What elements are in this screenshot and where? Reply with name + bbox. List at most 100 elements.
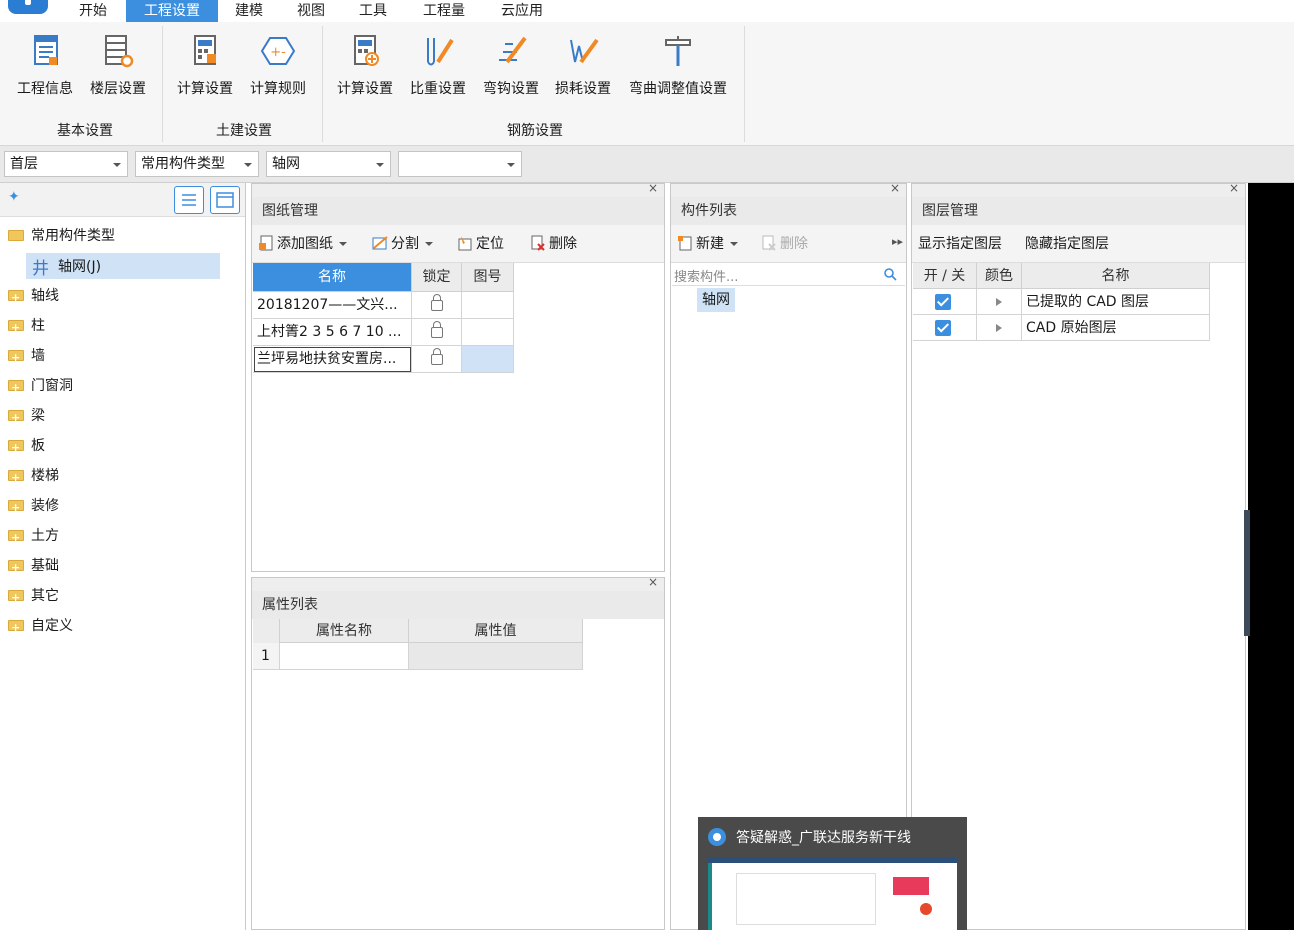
layer-name-cell[interactable]: 已提取的 CAD 图层 <box>1022 289 1210 315</box>
extra-select[interactable] <box>398 151 522 177</box>
menu-project-settings[interactable]: 工程设置 <box>126 0 218 22</box>
close-icon[interactable]: × <box>648 181 658 195</box>
column-header-property-value[interactable]: 属性值 <box>409 619 583 643</box>
tree-selected-item[interactable]: 井 轴网(J) <box>26 253 220 279</box>
delete-drawing-button[interactable]: 删除 <box>530 234 577 254</box>
form-view-button[interactable] <box>210 186 240 214</box>
pin-icon[interactable]: ✦ <box>8 189 20 205</box>
calc-rules-button[interactable]: +- 计算规则 <box>242 28 314 104</box>
expand-triangle-icon[interactable] <box>996 298 1002 306</box>
tree-item[interactable]: 轴线 <box>8 284 59 310</box>
component-panel-title: 构件列表 <box>671 197 906 225</box>
column-header-number[interactable]: 图号 <box>462 263 514 292</box>
tree-root[interactable]: 常用构件类型 <box>8 224 115 248</box>
specific-gravity-button[interactable]: 比重设置 <box>403 28 473 104</box>
lock-icon[interactable] <box>430 294 443 311</box>
property-value-cell[interactable] <box>409 643 583 670</box>
expand-triangle-icon[interactable] <box>996 324 1002 332</box>
splitter-handle[interactable] <box>1244 510 1250 636</box>
new-component-button[interactable]: 新建 <box>677 234 738 254</box>
show-layer-button[interactable]: 显示指定图层 <box>918 234 1002 254</box>
close-icon[interactable]: × <box>648 575 658 589</box>
tree-item[interactable]: 土方 <box>8 524 59 550</box>
tree-item-label: 土方 <box>31 528 59 544</box>
search-icon[interactable] <box>883 267 897 281</box>
drawing-name-cell[interactable]: 兰坪易地扶贫安置房... <box>253 346 412 373</box>
column-header-name[interactable]: 名称 <box>253 263 412 292</box>
tree-item[interactable]: 装修 <box>8 494 59 520</box>
folder-icon <box>8 556 24 580</box>
menu-start[interactable]: 开始 <box>64 0 122 22</box>
tree-item[interactable]: 自定义 <box>8 614 73 640</box>
drawing-number-cell[interactable] <box>462 346 514 373</box>
tree-item[interactable]: 梁 <box>8 404 45 430</box>
loss-settings-label: 损耗设置 <box>555 81 611 97</box>
list-view-button[interactable] <box>174 186 204 214</box>
tree-item[interactable]: 墙 <box>8 344 45 370</box>
layer-name-cell[interactable]: CAD 原始图层 <box>1022 315 1210 341</box>
add-drawing-button[interactable]: 添加图纸 <box>258 234 347 254</box>
drawing-lock-cell[interactable] <box>412 319 462 346</box>
type-select[interactable]: 常用构件类型 <box>135 151 259 177</box>
tree-item[interactable]: 楼梯 <box>8 464 59 490</box>
folder-icon <box>8 496 24 520</box>
close-icon[interactable]: × <box>1229 181 1239 195</box>
form-view-icon <box>216 192 234 208</box>
close-icon[interactable]: × <box>890 181 900 195</box>
tree-item[interactable]: 基础 <box>8 554 59 580</box>
hook-settings-button[interactable]: 弯钩设置 <box>476 28 546 104</box>
popup-window[interactable]: 答疑解惑_广联达服务新干线 <box>698 817 967 930</box>
lock-icon[interactable] <box>430 321 443 338</box>
checkbox-checked-icon[interactable] <box>935 320 951 336</box>
drawing-number-cell[interactable] <box>462 292 514 319</box>
menu-view[interactable]: 视图 <box>284 0 338 22</box>
tree-item[interactable]: 其它 <box>8 584 59 610</box>
menu-quantity[interactable]: 工程量 <box>410 0 478 22</box>
drawing-lock-cell[interactable] <box>412 346 462 373</box>
loss-settings-button[interactable]: 损耗设置 <box>548 28 618 104</box>
column-header-property-name[interactable]: 属性名称 <box>280 619 409 643</box>
drawing-name-cell[interactable]: 20181207——文兴... <box>253 292 412 319</box>
popup-title: 答疑解惑_广联达服务新干线 <box>736 830 911 846</box>
panel-title-strip: × <box>252 181 664 197</box>
component-select[interactable]: 轴网 <box>266 151 391 177</box>
overflow-icon[interactable]: ▸▸ <box>892 235 903 248</box>
app-logo-icon[interactable] <box>8 0 48 14</box>
drawing-panel-title: 图纸管理 <box>252 197 664 225</box>
tree-item[interactable]: 板 <box>8 434 45 460</box>
ribbon-separator <box>744 26 745 142</box>
civil-calc-settings-button[interactable]: 计算设置 <box>170 28 240 104</box>
column-header-lock[interactable]: 锁定 <box>412 263 462 292</box>
civil-calc-settings-label: 计算设置 <box>177 81 233 97</box>
column-header-toggle[interactable]: 开 / 关 <box>913 263 977 289</box>
locate-button[interactable]: 定位 <box>457 234 504 254</box>
chevron-down-icon <box>507 163 515 167</box>
tree-item[interactable]: 门窗洞 <box>8 374 73 400</box>
drawing-lock-cell[interactable] <box>412 292 462 319</box>
project-info-button[interactable]: 工程信息 <box>10 28 80 104</box>
hide-layer-button[interactable]: 隐藏指定图层 <box>1025 234 1109 254</box>
column-header-layer-name[interactable]: 名称 <box>1022 263 1210 289</box>
bend-adjust-button[interactable]: 弯曲调整值设置 <box>622 28 734 104</box>
drawing-name-cell[interactable]: 上村箐2 3 5 6 7 10 ... <box>253 319 412 346</box>
delete-component-button[interactable]: 删除 <box>761 234 808 254</box>
menu-cloud[interactable]: 云应用 <box>488 0 556 22</box>
split-button[interactable]: 分割 <box>372 234 433 254</box>
rebar-calc-settings-button[interactable]: 计算设置 <box>330 28 400 104</box>
menu-modeling[interactable]: 建模 <box>222 0 276 22</box>
checkbox-checked-icon[interactable] <box>935 294 951 310</box>
calculator-icon <box>194 35 216 65</box>
layer-color-cell[interactable] <box>977 315 1022 341</box>
component-list-item[interactable]: 轴网 <box>697 288 735 312</box>
menu-tools[interactable]: 工具 <box>346 0 400 22</box>
project-info-icon <box>34 35 58 65</box>
component-search-input[interactable]: 搜索构件... <box>672 263 905 286</box>
drawing-number-cell[interactable] <box>462 319 514 346</box>
layer-color-cell[interactable] <box>977 289 1022 315</box>
lock-icon[interactable] <box>430 348 443 365</box>
column-header-color[interactable]: 颜色 <box>977 263 1022 289</box>
floor-settings-button[interactable]: 楼层设置 <box>82 28 154 104</box>
property-name-cell[interactable] <box>280 643 409 670</box>
floor-select[interactable]: 首层 <box>4 151 128 177</box>
tree-item[interactable]: 柱 <box>8 314 45 340</box>
